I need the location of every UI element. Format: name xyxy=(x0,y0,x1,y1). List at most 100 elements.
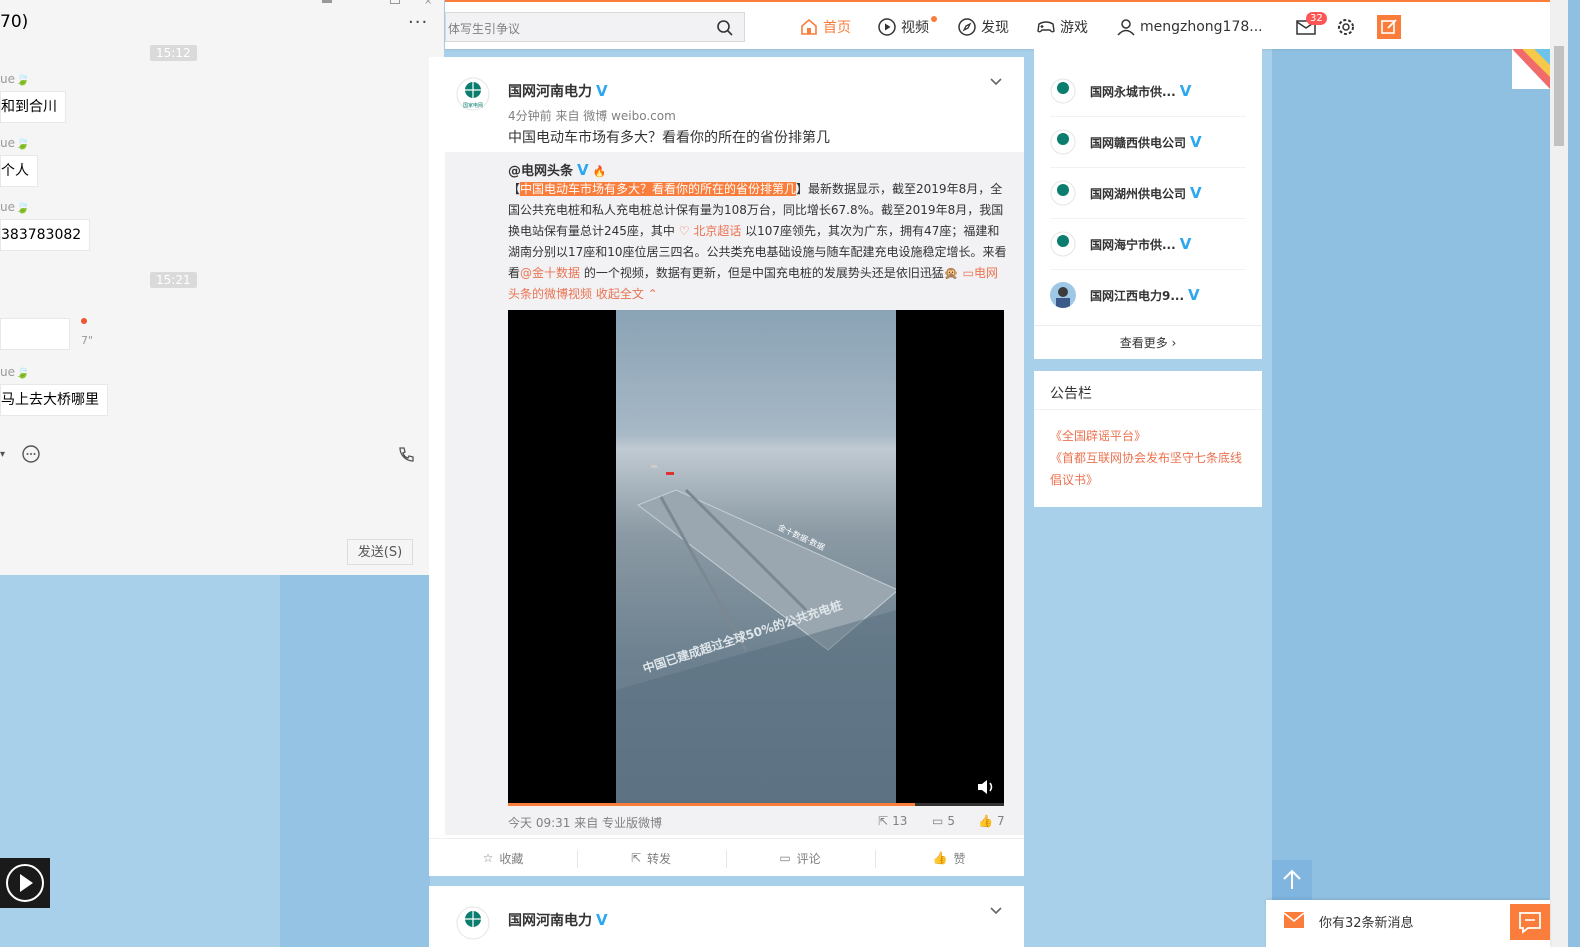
nav-video[interactable]: 视频 xyxy=(877,17,929,37)
author-avatar[interactable]: 国家电网 xyxy=(456,77,490,111)
collapse-link[interactable]: 收起全文 ⌃ xyxy=(596,287,658,301)
verified-icon: V xyxy=(596,82,608,100)
nav-home[interactable]: 首页 xyxy=(799,17,851,37)
search-input[interactable]: 体写生引争议 xyxy=(448,20,520,37)
like-count-label: 7 xyxy=(996,814,1005,828)
gear-icon[interactable] xyxy=(1336,17,1356,37)
chat-bubble-icon[interactable] xyxy=(21,444,41,464)
topic-link[interactable]: ♡ 北京超话 xyxy=(679,224,742,238)
back-to-top-button[interactable] xyxy=(1272,860,1312,900)
repost-label: 转发 xyxy=(647,851,672,866)
see-more-link[interactable]: 查看更多 › xyxy=(1034,325,1262,360)
message-notification[interactable]: 你有32条新消息 xyxy=(1266,900,1550,947)
recommend-user-name[interactable]: 国网海宁市供... xyxy=(1090,236,1176,253)
like-label: 赞 xyxy=(953,851,966,866)
nav-home-label: 首页 xyxy=(823,20,851,36)
notification-text: 你有32条新消息 xyxy=(1319,916,1414,931)
post-author-name[interactable]: 国网河南电力 xyxy=(508,913,592,929)
nav-games[interactable]: 游戏 xyxy=(1036,17,1088,37)
top-navigation-bar: 体写生引争议 首页 视频 发现 游戏 mengzhong178... 32 xyxy=(445,0,1550,49)
scrollbar[interactable] xyxy=(1550,0,1568,947)
recommend-user[interactable]: 国网赣西供电公司 V xyxy=(1050,117,1246,168)
recommend-user[interactable]: 国网海宁市供... V xyxy=(1050,219,1246,270)
page-background-mid xyxy=(280,575,430,947)
sender-name: ue🍃 xyxy=(0,136,30,150)
mention-link[interactable]: @金十数据 xyxy=(520,266,580,280)
repost-headline-link[interactable]: 中国电动车市场有多大？看看你的所在的省份排第几 xyxy=(520,182,797,196)
comment-icon: ▭ xyxy=(932,814,944,828)
close-icon[interactable]: × xyxy=(424,0,432,7)
repost-author[interactable]: @电网头条 V 🔥 xyxy=(508,160,606,179)
timestamp: 15:21 xyxy=(150,272,197,288)
video-player[interactable]: 中国已建成超过全球50%的公共充电桩 金十数据·数据 xyxy=(508,310,1004,806)
more-options-icon[interactable]: ··· xyxy=(408,12,428,33)
message-bubble[interactable]: 马上去大桥哪里 xyxy=(0,384,108,416)
repost-body: 【中国电动车市场有多大？看看你的所在的省份排第几】最新数据显示，截至2019年8… xyxy=(508,179,1008,305)
comment-button[interactable]: ▭ 评论 xyxy=(726,839,874,877)
video-progress-bar[interactable] xyxy=(508,803,1004,806)
message-bubble[interactable]: 个人 xyxy=(0,155,38,187)
post-author-name[interactable]: 国网河南电力 xyxy=(508,84,592,100)
repost-share-count[interactable]: ⇱ 13 xyxy=(878,814,907,828)
user-avatar xyxy=(1050,231,1076,257)
sender-name: ue🍃 xyxy=(0,365,30,379)
play-icon[interactable] xyxy=(0,858,50,908)
search-icon[interactable] xyxy=(716,19,734,37)
message-bubble[interactable]: 383783082 xyxy=(0,219,91,251)
repost-button[interactable]: ⇱ 转发 xyxy=(577,839,725,877)
recommend-user[interactable]: 国网湖州供电公司 V xyxy=(1050,168,1246,219)
star-icon: ☆ xyxy=(482,851,494,865)
phone-call-icon[interactable] xyxy=(397,444,417,464)
recommend-user[interactable]: 国网江西电力9... V xyxy=(1050,270,1246,320)
repost-comment-count[interactable]: ▭ 5 xyxy=(932,814,955,828)
maximize-icon[interactable] xyxy=(390,0,400,4)
collapse-label[interactable]: 收起全文 xyxy=(596,287,644,301)
post-author[interactable]: 国网河南电力 V xyxy=(508,910,608,930)
message-bubble[interactable]: 和到合川 xyxy=(0,91,66,123)
comment-icon: ▭ xyxy=(779,851,791,865)
like-button[interactable]: 👍 赞 xyxy=(875,839,1023,877)
envelope-icon xyxy=(1284,912,1304,928)
post-author[interactable]: 国网河南电力 V xyxy=(508,81,608,101)
repost-author-name[interactable]: @电网头条 xyxy=(508,164,573,179)
pin-icon[interactable] xyxy=(322,0,332,3)
post-meta: 4分钟前 来自 微博 weibo.com xyxy=(508,109,676,123)
recommend-user-name[interactable]: 国网江西电力9... xyxy=(1090,287,1184,304)
favorite-button[interactable]: ☆ 收藏 xyxy=(429,839,577,877)
author-avatar[interactable] xyxy=(456,906,490,940)
recommend-user-name[interactable]: 国网湖州供电公司 xyxy=(1090,185,1186,202)
compose-button[interactable] xyxy=(1377,15,1401,39)
topic-link-label[interactable]: 北京超话 xyxy=(693,224,741,238)
search-box[interactable]: 体写生引争议 xyxy=(445,12,745,42)
mail-count-badge: 32 xyxy=(1306,12,1327,25)
notice-board-title: 公告栏 xyxy=(1050,386,1092,402)
chat-icon xyxy=(1519,912,1541,934)
user-avatar xyxy=(1050,78,1076,104)
nav-discover-label: 发现 xyxy=(981,20,1009,36)
voice-message-bubble[interactable] xyxy=(0,318,70,350)
nav-user-label: mengzhong178... xyxy=(1140,19,1263,35)
notice-link[interactable]: 《首都互联网协会发布坚守七条底线倡议书》 xyxy=(1050,447,1250,491)
dropdown-arrow-icon[interactable]: ▾ xyxy=(0,449,5,460)
feed-post: 国家电网 国网河南电力 V 4分钟前 来自 微博 weibo.com 中国电动车市… xyxy=(429,57,1024,876)
verified-icon: V xyxy=(577,161,589,179)
user-avatar xyxy=(1050,282,1076,308)
volume-icon[interactable] xyxy=(976,778,996,796)
repost-like-count[interactable]: 👍 7 xyxy=(978,814,1005,828)
video-progress-fill xyxy=(508,803,915,806)
chevron-down-icon[interactable] xyxy=(989,77,1003,87)
floating-player[interactable] xyxy=(0,858,50,908)
chevron-down-icon[interactable] xyxy=(989,906,1003,916)
recommend-user-name[interactable]: 国网赣西供电公司 xyxy=(1090,134,1186,151)
recommend-user-name[interactable]: 国网永城市供... xyxy=(1090,83,1176,100)
svg-text:国家电网: 国家电网 xyxy=(463,102,483,109)
recommend-user[interactable]: 国网永城市供... V xyxy=(1050,66,1246,117)
skin-corner-icon[interactable] xyxy=(1512,49,1550,89)
nav-discover[interactable]: 发现 xyxy=(957,17,1009,37)
scrollbar-thumb[interactable] xyxy=(1554,46,1564,146)
compass-icon xyxy=(958,18,976,36)
nav-user-profile[interactable]: mengzhong178... xyxy=(1116,17,1263,37)
send-button[interactable]: 发送(S) xyxy=(347,539,413,565)
notice-link[interactable]: 《全国辟谣平台》 xyxy=(1050,425,1250,447)
open-chat-button[interactable] xyxy=(1510,904,1550,940)
